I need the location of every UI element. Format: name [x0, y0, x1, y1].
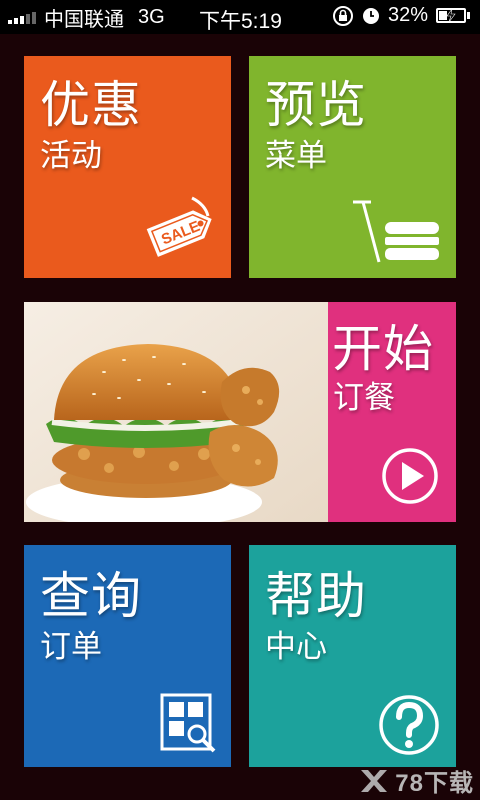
help-title: 帮助 [265, 567, 367, 625]
network-type: 3G [138, 5, 165, 28]
watermark: 78下载 [359, 763, 474, 798]
promotions-subtitle: 活动 [40, 138, 102, 174]
menu-subtitle: 菜单 [265, 138, 327, 174]
start-order-subtitle: 订餐 [333, 380, 395, 416]
alarm-clock-icon [362, 7, 379, 24]
query-title: 查询 [40, 567, 142, 625]
query-subtitle: 订单 [40, 629, 102, 665]
play-icon [382, 448, 438, 504]
battery-icon [436, 8, 470, 23]
start-order-tile[interactable]: 开始 订餐 [24, 302, 456, 522]
rotation-lock-icon [332, 5, 353, 26]
cart-burger-icon [353, 200, 439, 263]
order-query-tile[interactable]: 查询 订单 [24, 545, 231, 767]
menu-title: 预览 [265, 76, 367, 134]
status-time: 下午5:19 [199, 10, 282, 33]
watermark-text: 78下载 [395, 770, 474, 797]
promotions-title: 优惠 [40, 76, 142, 134]
watermark-logo-icon [361, 769, 388, 792]
promotions-tile[interactable]: 优惠 活动 SALE [24, 56, 231, 278]
start-order-title: 开始 [332, 320, 434, 378]
help-subtitle: 中心 [265, 629, 327, 665]
menu-preview-tile[interactable]: 预览 菜单 [249, 56, 456, 278]
question-icon [379, 695, 439, 755]
start-order-panel: 开始 订餐 [328, 302, 456, 522]
signal-strength-icon [8, 10, 36, 24]
battery-percent: 32% [387, 4, 428, 26]
carrier-name: 中国联通 [44, 8, 124, 31]
search-order-icon [160, 693, 216, 753]
help-center-tile[interactable]: 帮助 中心 [249, 545, 456, 767]
sale-tag-icon: SALE [146, 196, 212, 257]
status-bar: 中国联通 3G 下午5:19 32% [0, 0, 480, 34]
burger-and-fried-chicken-photo [24, 302, 328, 522]
